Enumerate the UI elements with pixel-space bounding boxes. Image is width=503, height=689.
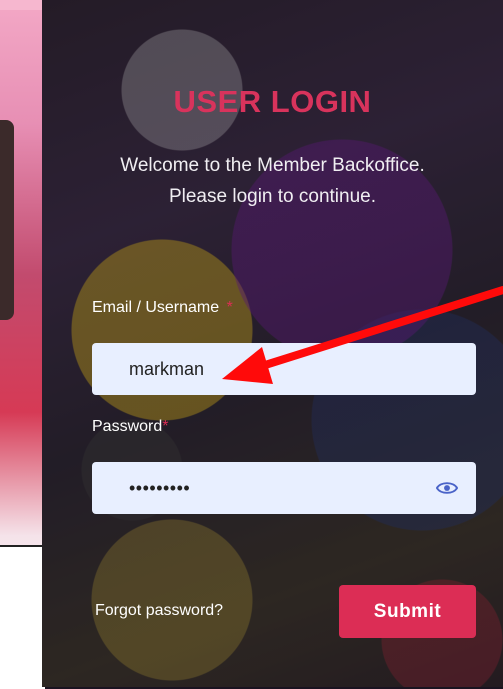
password-input[interactable]	[92, 462, 476, 514]
background-bottom-area	[0, 545, 45, 689]
email-field[interactable]	[92, 343, 476, 395]
password-label: Password*	[92, 418, 168, 436]
password-field[interactable]	[92, 462, 476, 514]
password-label-text: Password	[92, 418, 163, 435]
background-figure	[0, 120, 14, 320]
email-input[interactable]	[92, 343, 476, 395]
email-required-marker: *	[226, 299, 233, 316]
forgot-password-link[interactable]: Forgot password?	[95, 602, 223, 620]
password-required-marker: *	[162, 418, 169, 435]
subtitle-line-1: Welcome to the Member Backoffice.	[120, 155, 425, 176]
subtitle-line-2: Please login to continue.	[168, 186, 377, 207]
eye-icon[interactable]	[436, 479, 458, 497]
email-label: Email / Username *	[92, 299, 233, 317]
email-label-text: Email / Username	[92, 299, 220, 316]
submit-button[interactable]: Submit	[339, 585, 476, 638]
page-title: USER LOGIN	[173, 84, 372, 119]
